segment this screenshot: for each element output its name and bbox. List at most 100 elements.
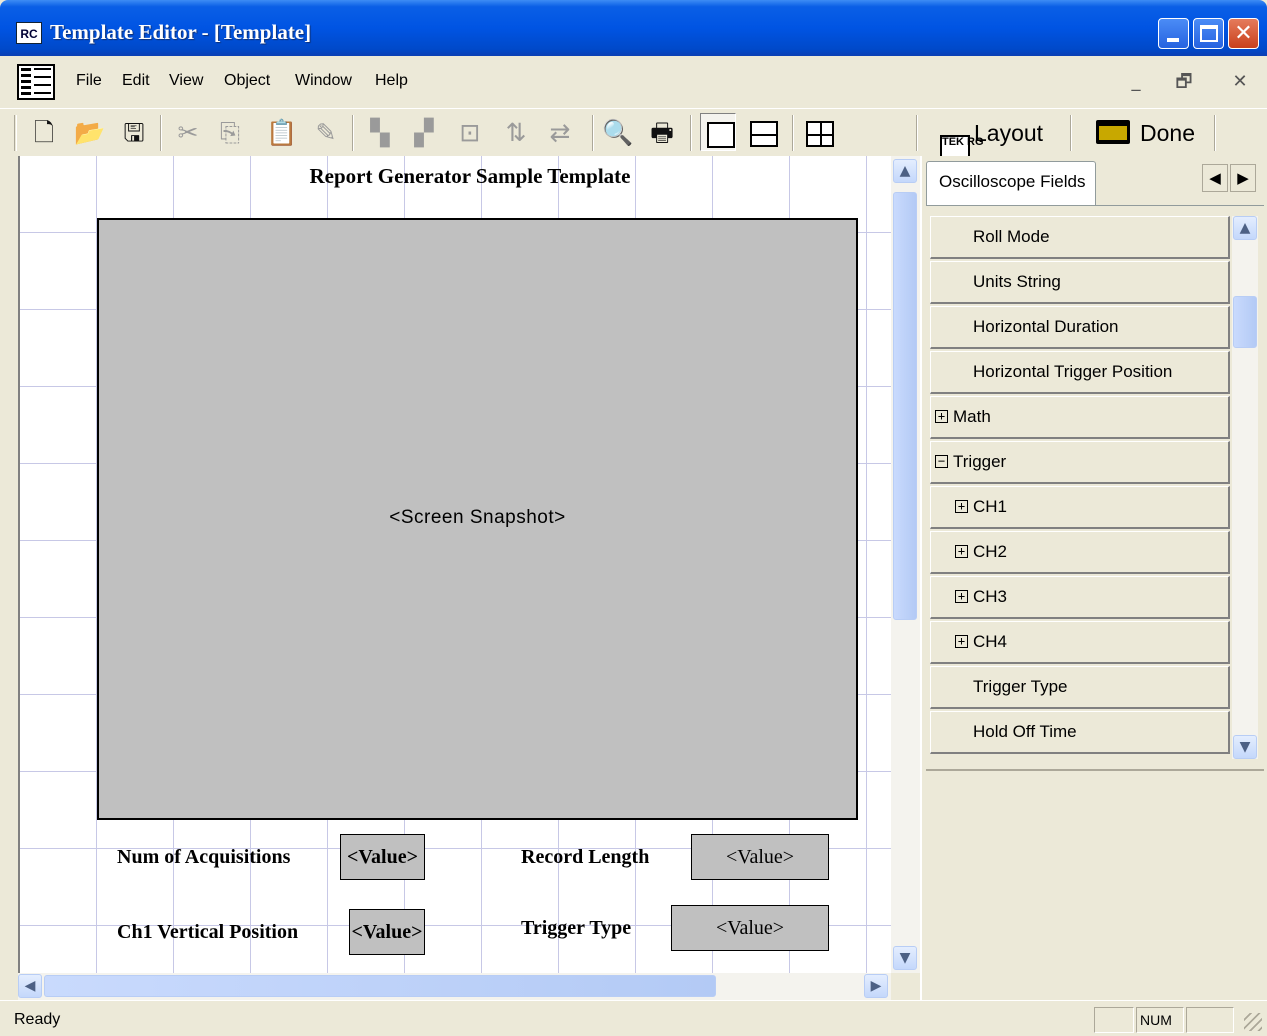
scroll-right-arrow-icon[interactable]: ▶ [864, 974, 888, 998]
print-icon[interactable]: 🖶 [644, 114, 680, 152]
child-restore-button[interactable]: 🗗 [1164, 66, 1204, 98]
template-canvas[interactable]: Report Generator Sample Template <Screen… [18, 156, 891, 973]
two-row-icon [750, 121, 778, 147]
vertical-scrollbar[interactable]: ▲ ▼ [891, 156, 920, 973]
save-icon[interactable]: 🖫 [116, 114, 152, 152]
list-item[interactable]: + CH4 [930, 621, 1230, 664]
toolbar-grip[interactable] [14, 115, 17, 151]
group-icon[interactable]: ⊡ [452, 114, 488, 152]
menu-file[interactable]: File [76, 72, 102, 90]
toolbar-separator [690, 115, 692, 151]
field-value-num-acquisitions[interactable]: <Value> [340, 834, 425, 880]
scroll-left-arrow-icon[interactable]: ◀ [18, 974, 42, 998]
horizontal-scroll-thumb[interactable] [44, 975, 716, 997]
snapshot-label: <Screen Snapshot> [389, 507, 566, 528]
title-bar[interactable]: RC Template Editor - [Template] ✕ [0, 0, 1267, 56]
field-value-trigger-type[interactable]: <Value> [671, 905, 829, 951]
done-label: Done [1140, 120, 1195, 146]
four-pane-layout-button[interactable] [800, 113, 836, 151]
maximize-icon [1200, 25, 1218, 42]
list-item[interactable]: + CH3 [930, 576, 1230, 619]
done-button[interactable]: Done [1096, 113, 1195, 153]
cut-icon[interactable]: ✂ [170, 114, 206, 152]
fields-list: Roll Mode Units String Horizontal Durati… [926, 205, 1264, 771]
status-pane-num: NUM [1136, 1007, 1184, 1033]
window-title: Template Editor - [Template] [50, 20, 312, 44]
expand-icon[interactable]: + [955, 590, 968, 603]
child-minimize-button[interactable]: _ [1116, 66, 1156, 98]
status-text: Ready [14, 1011, 61, 1028]
field-value-ch1-vertical-position[interactable]: <Value> [349, 909, 425, 955]
list-item[interactable]: + CH1 [930, 486, 1230, 529]
resize-grip-icon[interactable] [1244, 1013, 1262, 1031]
erase-icon[interactable]: ✎ [308, 114, 344, 152]
scroll-up-arrow-icon[interactable]: ▲ [1233, 216, 1257, 240]
list-item[interactable]: Horizontal Trigger Position [930, 351, 1230, 394]
field-label-num-acquisitions[interactable]: Num of Acquisitions [117, 846, 290, 869]
app-icon: RC [16, 22, 42, 44]
list-item-label: Math [953, 407, 991, 426]
open-icon[interactable]: 📂 [72, 114, 108, 152]
list-item[interactable]: Trigger Type [930, 666, 1230, 709]
document-icon[interactable] [17, 64, 55, 100]
two-row-layout-button[interactable] [744, 113, 780, 151]
child-close-button[interactable]: ✕ [1220, 66, 1260, 98]
list-item[interactable]: Hold Off Time [930, 711, 1230, 754]
status-pane-caps [1094, 1007, 1134, 1033]
menu-window[interactable]: Window [295, 72, 352, 90]
collapse-icon[interactable]: − [935, 455, 948, 468]
minimize-icon [1167, 38, 1179, 42]
vertical-scroll-thumb[interactable] [893, 192, 917, 620]
list-item[interactable]: Units String [930, 261, 1230, 304]
list-item-label: CH2 [973, 542, 1008, 561]
list-item-label: Horizontal Duration [973, 317, 1119, 336]
screen-snapshot-placeholder[interactable]: <Screen Snapshot> [97, 218, 858, 820]
field-label-ch1-vertical-position[interactable]: Ch1 Vertical Position [117, 921, 298, 944]
scroll-corner [891, 973, 920, 1000]
fields-scroll-thumb[interactable] [1233, 296, 1257, 348]
fields-panel: Oscilloscope Fields ◀ ▶ Roll Mode Units … [920, 156, 1267, 1000]
list-item[interactable]: Horizontal Duration [930, 306, 1230, 349]
new-icon[interactable]: 🗋 [26, 114, 62, 152]
tab-prev-icon[interactable]: ◀ [1202, 164, 1228, 192]
list-item-label: Trigger [953, 452, 1007, 471]
list-item[interactable]: + Math [930, 396, 1230, 439]
minimize-button[interactable] [1158, 18, 1189, 49]
scroll-down-arrow-icon[interactable]: ▼ [1233, 735, 1257, 759]
list-item-label: Trigger Type [973, 677, 1068, 696]
copy-icon[interactable]: ⎘ [212, 114, 248, 152]
single-pane-layout-button[interactable] [700, 113, 736, 151]
align-vertical-icon[interactable]: ⇅ [498, 114, 534, 152]
tab-oscilloscope-fields[interactable]: Oscilloscope Fields [926, 161, 1096, 205]
bring-to-front-icon[interactable]: ▚ [362, 114, 398, 152]
single-pane-icon [707, 122, 735, 148]
align-horizontal-icon[interactable]: ⇄ [542, 114, 578, 152]
close-button[interactable]: ✕ [1228, 18, 1259, 49]
scroll-up-arrow-icon[interactable]: ▲ [893, 159, 917, 183]
report-title[interactable]: Report Generator Sample Template [20, 164, 891, 189]
expand-icon[interactable]: + [955, 545, 968, 558]
field-value-record-length[interactable]: <Value> [691, 834, 829, 880]
paste-icon[interactable]: 📋 [264, 114, 300, 152]
expand-icon[interactable]: + [955, 500, 968, 513]
send-to-back-icon[interactable]: ▞ [406, 114, 442, 152]
list-item[interactable]: + CH2 [930, 531, 1230, 574]
menu-object[interactable]: Object [224, 72, 270, 90]
expand-icon[interactable]: + [935, 410, 948, 423]
horizontal-scrollbar[interactable]: ◀ ▶ [18, 973, 891, 1000]
layout-button[interactable]: TEK RGLayout [940, 113, 1043, 161]
fields-scrollbar[interactable]: ▲ ▼ [1232, 216, 1258, 759]
maximize-button[interactable] [1193, 18, 1224, 49]
menu-help[interactable]: Help [375, 72, 408, 90]
scroll-down-arrow-icon[interactable]: ▼ [893, 946, 917, 970]
list-item-label: Roll Mode [973, 227, 1050, 246]
field-label-record-length[interactable]: Record Length [521, 846, 649, 869]
field-label-trigger-type[interactable]: Trigger Type [521, 917, 631, 940]
expand-icon[interactable]: + [955, 635, 968, 648]
menu-edit[interactable]: Edit [122, 72, 150, 90]
menu-view[interactable]: View [169, 72, 203, 90]
tab-next-icon[interactable]: ▶ [1230, 164, 1256, 192]
list-item[interactable]: − Trigger [930, 441, 1230, 484]
print-preview-icon[interactable]: 🔍 [600, 114, 636, 152]
list-item[interactable]: Roll Mode [930, 216, 1230, 259]
